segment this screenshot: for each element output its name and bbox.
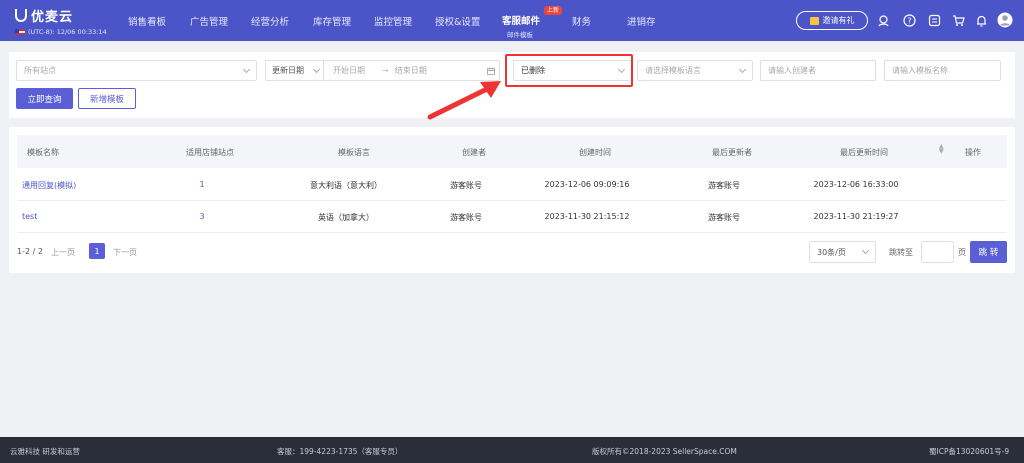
logo-icon: [15, 9, 27, 22]
brand-logo[interactable]: 优麦云: [15, 6, 73, 25]
creator-input-placeholder: 请输入创建者: [768, 66, 816, 75]
invite-button[interactable]: 邀请有礼: [796, 11, 868, 30]
column-header-updater: 最后更新者: [712, 148, 752, 157]
language-select[interactable]: 请选择模板语言: [637, 60, 753, 81]
page-size-select[interactable]: 30条/页: [809, 241, 876, 263]
chevron-down-icon: [738, 65, 747, 74]
column-header-actions: 操作: [965, 148, 981, 157]
chevron-down-icon: [861, 246, 870, 255]
pagination-range: 1-2 / 2: [17, 247, 43, 256]
jump-label: 跳转至: [889, 248, 913, 257]
template-name-link[interactable]: test: [22, 212, 37, 221]
creator: 游客账号: [450, 181, 482, 190]
site-select[interactable]: 所有站点: [16, 60, 257, 81]
table-header: 模板名称 适用店铺站点 模板语言 创建者 创建时间 最后更新者 最后更新时间 ▲…: [17, 135, 1007, 168]
top-nav: 优麦云 (UTC-8): 12/06 00:33:14 销售看板 广告管理 经营…: [0, 0, 1024, 41]
timezone-clock: (UTC-8): 12/06 00:33:14: [15, 28, 107, 36]
nav-item-analysis[interactable]: 经营分析: [251, 14, 289, 28]
cart-icon[interactable]: [952, 14, 965, 27]
chevron-down-icon: [312, 65, 321, 74]
date-type-label: 更新日期: [272, 66, 304, 75]
nav-item-email[interactable]: 客服邮件: [502, 13, 540, 27]
column-header-updated: 最后更新时间: [840, 148, 888, 157]
footer-copyright: 版权所有©2018-2023 SellerSpace.COM: [592, 447, 737, 456]
us-flag-icon: [15, 29, 25, 35]
sites-count-link[interactable]: 3: [199, 212, 204, 221]
next-page-button[interactable]: 下一页: [113, 247, 137, 258]
support-agent-icon[interactable]: [877, 14, 890, 27]
chevron-down-icon: [242, 65, 251, 74]
updater: 游客账号: [708, 181, 740, 190]
footer-company: 云雅科技 研发和运营: [10, 447, 80, 456]
creator-input[interactable]: 请输入创建者: [760, 60, 876, 81]
nav-item-erp[interactable]: 进销存: [627, 14, 656, 28]
svg-text:?: ?: [907, 17, 911, 26]
updated-time: 2023-11-30 21:19:27: [813, 212, 899, 221]
start-date-input[interactable]: 开始日期: [333, 65, 365, 76]
site-select-placeholder: 所有站点: [24, 66, 56, 75]
footer: 云雅科技 研发和运营 客服：199-4223-1735（客服专员） 版权所有©2…: [0, 437, 1024, 463]
end-date-input[interactable]: 结束日期: [395, 65, 427, 76]
language-select-placeholder: 请选择模板语言: [645, 66, 701, 75]
template-language: 英语（加拿大）: [318, 213, 374, 222]
footer-service: 客服：199-4223-1735（客服专员）: [277, 447, 403, 456]
invite-label: 邀请有礼: [822, 16, 855, 25]
nav-item-monitor[interactable]: 监控管理: [374, 14, 412, 28]
row-divider: [17, 200, 1007, 201]
clock-text: (UTC-8): 12/06 00:33:14: [28, 28, 107, 36]
creator: 游客账号: [450, 213, 482, 222]
status-highlight-box: [505, 54, 633, 87]
nav-item-ads[interactable]: 广告管理: [190, 14, 228, 28]
nav-item-sales[interactable]: 销售看板: [128, 14, 166, 28]
footer-icp[interactable]: 蜀ICP备13020601号-9: [929, 446, 1009, 457]
template-name-placeholder: 请输入模板名称: [892, 66, 948, 75]
brand-name: 优麦云: [31, 10, 74, 25]
column-header-language: 模板语言: [338, 148, 370, 157]
nav-subitem-email-template[interactable]: 邮件模板: [507, 29, 533, 39]
user-avatar-icon[interactable]: [997, 12, 1013, 28]
jump-go-button[interactable]: 跳 转: [970, 241, 1007, 263]
column-header-name: 模板名称: [27, 148, 59, 157]
nav-item-inventory[interactable]: 库存管理: [313, 14, 351, 28]
column-header-creator: 创建者: [462, 148, 486, 157]
page-unit-label: 页: [958, 248, 966, 257]
query-button[interactable]: 立即查询: [16, 88, 73, 109]
sites-count-link[interactable]: 1: [199, 180, 204, 189]
column-header-created: 创建时间: [579, 148, 611, 157]
nav-item-finance[interactable]: 财务: [572, 14, 591, 28]
help-icon[interactable]: ?: [903, 14, 916, 27]
add-template-button[interactable]: 新增模板: [78, 88, 136, 109]
prev-page-button[interactable]: 上一页: [51, 247, 75, 258]
bell-icon[interactable]: [975, 14, 988, 27]
document-icon[interactable]: [928, 14, 941, 27]
jump-page-input[interactable]: [921, 241, 954, 263]
date-range-arrow: →: [382, 66, 389, 75]
new-badge: 上新: [544, 6, 563, 15]
page-size-value: 30条/页: [817, 247, 846, 257]
annotation-arrow-icon: [427, 81, 501, 120]
nav-item-settings[interactable]: 授权&设置: [435, 14, 480, 28]
created-time: 2023-12-06 09:09:16: [544, 180, 630, 189]
calendar-icon[interactable]: [487, 67, 495, 75]
date-type-select[interactable]: 更新日期: [266, 61, 324, 80]
created-time: 2023-11-30 21:15:12: [544, 212, 630, 221]
updated-time: 2023-12-06 16:33:00: [813, 180, 899, 189]
row-divider: [17, 232, 1007, 233]
updater: 游客账号: [708, 213, 740, 222]
template-name-input[interactable]: 请输入模板名称: [884, 60, 1001, 81]
sort-icon[interactable]: ▲ ▼: [939, 144, 944, 155]
gift-icon: [809, 16, 819, 25]
column-header-sites: 适用店铺站点: [186, 148, 234, 157]
template-language: 意大利语（意大利）: [310, 181, 382, 190]
template-name-link[interactable]: 通用回复(模拟): [22, 180, 76, 191]
current-page-button[interactable]: 1: [89, 243, 105, 259]
